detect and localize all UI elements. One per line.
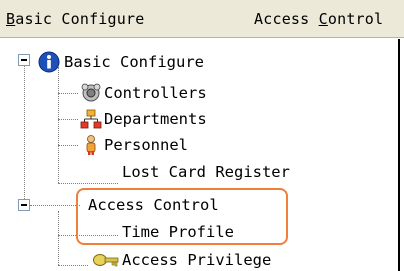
- info-icon: [38, 51, 60, 73]
- menu-basic-configure[interactable]: Basic Configure: [6, 10, 144, 28]
- collapse-toggle-access-control[interactable]: [18, 199, 30, 211]
- personnel-icon: [86, 135, 96, 155]
- tree-label-controllers: Controllers: [104, 84, 207, 102]
- collapse-toggle-basic-configure[interactable]: [18, 54, 30, 66]
- tree-label-departments: Departments: [104, 110, 207, 128]
- tree-item-basic-configure[interactable]: Basic Configure: [0, 49, 404, 75]
- menu-access-control-label: ontrol: [327, 10, 384, 28]
- tree-item-controllers[interactable]: Controllers: [0, 80, 404, 106]
- menu-access-control-prefix: Access: [254, 10, 319, 28]
- tree-label-personnel: Personnel: [104, 136, 188, 154]
- menu-basic-configure-label: asic Configure: [15, 10, 145, 28]
- menu-bar: Basic Configure Access Control: [0, 0, 404, 38]
- tree-label-basic-configure: Basic Configure: [64, 53, 204, 71]
- menu-accel-b: B: [6, 10, 16, 28]
- tree-item-personnel[interactable]: Personnel: [0, 132, 404, 158]
- tree-label-access-privilege: Access Privilege: [122, 251, 272, 269]
- key-icon: [93, 254, 119, 267]
- menu-access-control[interactable]: Access Control: [254, 10, 383, 28]
- tree-label-lost-card-register: Lost Card Register: [122, 163, 290, 181]
- tree-item-departments[interactable]: Departments: [0, 106, 404, 132]
- tree-item-access-privilege[interactable]: Access Privilege: [0, 247, 404, 271]
- controllers-icon: [81, 83, 101, 102]
- menu-accel-c: C: [318, 10, 328, 28]
- tree-item-lost-card-register[interactable]: Lost Card Register: [0, 159, 404, 185]
- departments-icon: [80, 109, 102, 129]
- highlight-box: [76, 188, 288, 245]
- pane-divider[interactable]: [398, 39, 400, 271]
